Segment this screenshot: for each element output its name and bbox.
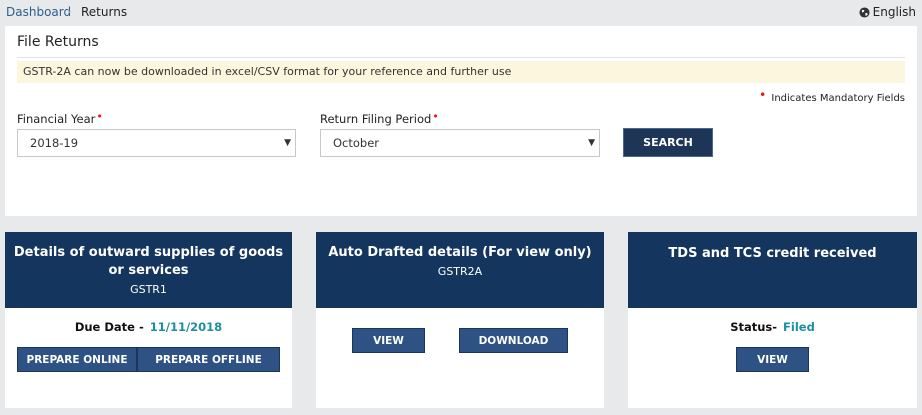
card-subtitle: GSTR2A: [437, 265, 483, 278]
file-returns-panel: File Returns GSTR-2A can now be download…: [5, 26, 917, 216]
page-title: File Returns: [17, 34, 99, 50]
required-marker: •: [432, 110, 439, 123]
return-period-select[interactable]: October ▼: [320, 129, 600, 157]
due-date-row: Due Date - 11/11/2018: [5, 320, 292, 334]
card-gstr2a: Auto Drafted details (For view only) GST…: [316, 232, 604, 408]
due-date-value: 11/11/2018: [149, 320, 223, 334]
mandatory-fields-note: • Indicates Mandatory Fields: [759, 88, 905, 104]
mandatory-fields-text: Indicates Mandatory Fields: [771, 93, 905, 104]
breadcrumb-current: Returns: [81, 5, 128, 19]
required-marker: •: [96, 110, 103, 123]
card-title: Details of outward supplies of goods or …: [13, 245, 284, 278]
download-button[interactable]: DOWNLOAD: [459, 328, 568, 353]
return-period-label: Return Filing Period•: [320, 110, 441, 126]
language-selector[interactable]: English: [859, 0, 916, 24]
return-period-value: October: [333, 136, 380, 150]
status-value: Filed: [783, 320, 815, 334]
title-divider: [17, 57, 905, 58]
card-title: Auto Drafted details (For view only): [328, 245, 592, 260]
card-header: Auto Drafted details (For view only) GST…: [316, 232, 604, 308]
prepare-online-button[interactable]: PREPARE ONLINE: [17, 347, 137, 372]
card-gstr1: Details of outward supplies of goods or …: [5, 232, 292, 408]
search-button[interactable]: SEARCH: [623, 128, 713, 157]
card-tds-tcs: TDS and TCS credit received Status- Filed…: [628, 232, 917, 408]
due-date-label: Due Date -: [74, 320, 144, 334]
financial-year-select[interactable]: 2018-19 ▼: [17, 129, 296, 157]
language-label: English: [872, 5, 916, 19]
card-header: Details of outward supplies of goods or …: [5, 232, 292, 308]
card-title: TDS and TCS credit received: [668, 246, 877, 261]
view-button[interactable]: VIEW: [352, 328, 425, 353]
info-notice: GSTR-2A can now be downloaded in excel/C…: [17, 61, 905, 83]
financial-year-value: 2018-19: [30, 136, 79, 150]
view-button[interactable]: VIEW: [736, 347, 809, 372]
prepare-offline-button[interactable]: PREPARE OFFLINE: [137, 347, 280, 372]
card-header: TDS and TCS credit received: [628, 232, 917, 308]
globe-icon: [859, 6, 870, 18]
breadcrumb-dashboard-link[interactable]: Dashboard: [6, 0, 71, 24]
status-row: Status- Filed: [628, 320, 917, 334]
return-period-label-text: Return Filing Period: [320, 112, 432, 126]
required-marker: •: [759, 88, 767, 102]
financial-year-label-text: Financial Year: [17, 112, 96, 126]
dropdown-caret-icon: ▼: [284, 138, 291, 148]
financial-year-label: Financial Year•: [17, 110, 105, 126]
card-subtitle: GSTR1: [130, 283, 167, 296]
breadcrumb-separator: ›: [67, 5, 72, 18]
status-label: Status-: [730, 320, 778, 334]
dropdown-caret-icon: ▼: [588, 138, 595, 148]
top-bar: Dashboard › Returns English: [0, 0, 922, 26]
